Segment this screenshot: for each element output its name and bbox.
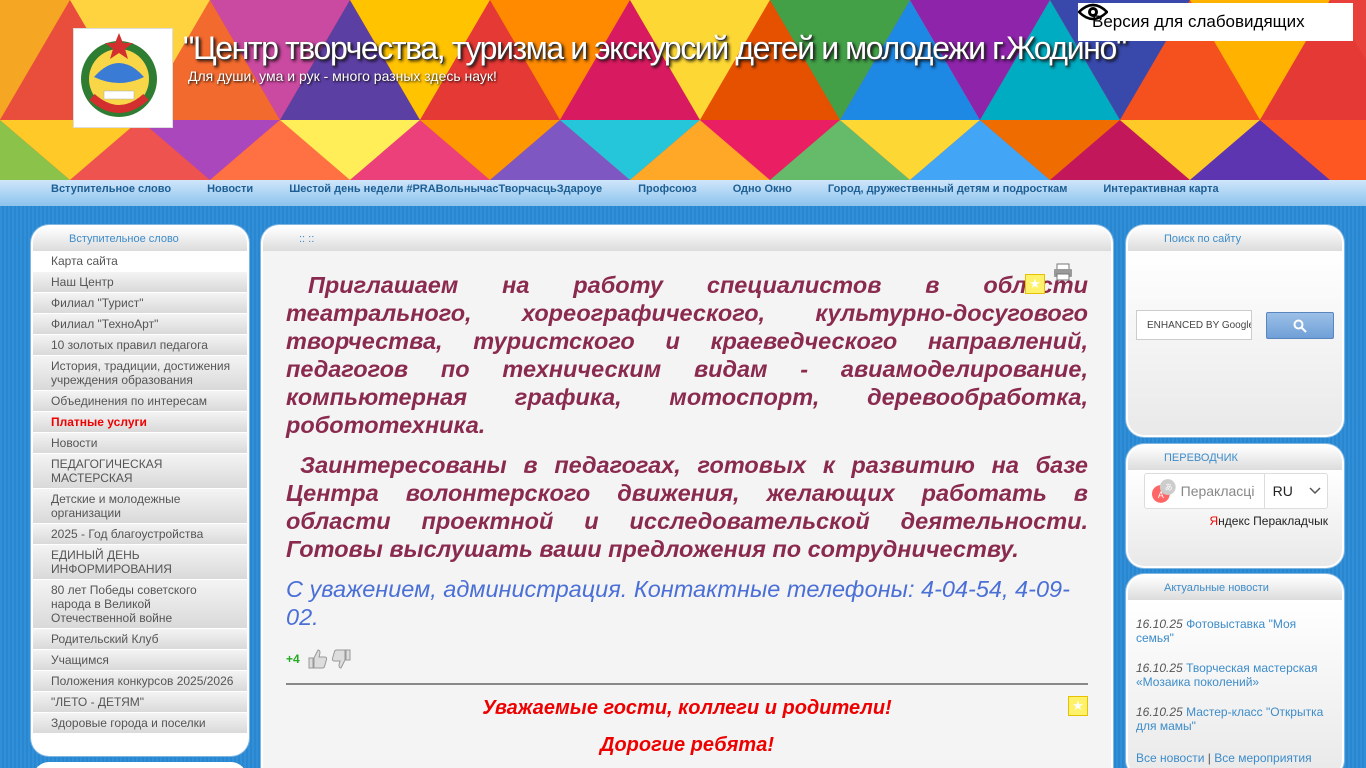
svg-text:A: A xyxy=(1158,490,1164,500)
news-panel-body: 16.10.25 Фотовыставка "Моя семья" 16.10.… xyxy=(1128,600,1342,768)
eye-icon xyxy=(1078,3,1108,21)
yandex-brand-name: ндекс Перакладчык xyxy=(1218,514,1328,528)
svg-text:あ: あ xyxy=(1165,483,1173,492)
news-item: 16.10.25 Фотовыставка "Моя семья" xyxy=(1128,617,1342,645)
sidebar-item-parents-club[interactable]: Родительский Клуб xyxy=(33,629,247,650)
news-date: 16.10.25 xyxy=(1136,661,1183,675)
chevron-down-icon xyxy=(1309,487,1321,495)
sidebar-item-history[interactable]: История, традиции, достижения учреждения… xyxy=(33,356,247,391)
thumbs-up-icon[interactable] xyxy=(306,648,328,670)
accessibility-version-button[interactable]: Версия для слабовидящих xyxy=(1078,3,1353,41)
sidebar-item-year-of-improvement[interactable]: 2025 - Год благоустройства xyxy=(33,524,247,545)
news-panel: Актуальные новости 16.10.25 Фотовыставка… xyxy=(1128,576,1342,768)
translator-widget[interactable]: A あ Перакласці RU xyxy=(1144,473,1328,509)
site-header: "Центр творчества, туризма и экскурсий д… xyxy=(0,0,1366,180)
site-slogan: Для души, ума и рук - много разных здесь… xyxy=(188,68,497,84)
news-footer-links: Все новости | Все мероприятия xyxy=(1128,751,1342,765)
search-panel: Поиск по сайту ENHANCED BY Google xyxy=(1128,227,1342,435)
sidebar-item-paid-services[interactable]: Платные услуги xyxy=(33,412,247,433)
nav-child-friendly-city[interactable]: Город, дружественный детям и подросткам xyxy=(810,180,1086,206)
news-links-separator: | xyxy=(1207,751,1211,765)
search-button[interactable] xyxy=(1266,312,1334,339)
article-body: Приглашаем на работу специалистов в обла… xyxy=(263,251,1111,757)
search-icon xyxy=(1293,319,1307,333)
sidebar-item-news[interactable]: Новости xyxy=(33,433,247,454)
sidebar-title: Вступительное слово xyxy=(33,227,247,251)
all-news-link[interactable]: Все новости xyxy=(1136,751,1204,765)
greeting-kids: Дорогие ребята! xyxy=(600,734,774,756)
coat-of-arms-logo[interactable] xyxy=(73,28,173,128)
favorite-star-icon-2[interactable]: ★ xyxy=(1068,696,1088,716)
sidebar-item-interest-groups[interactable]: Объединения по интересам xyxy=(33,391,247,412)
nav-news[interactable]: Новости xyxy=(189,180,271,206)
print-icon[interactable] xyxy=(1053,263,1073,286)
sidebar-item-youth-organizations[interactable]: Детские и молодежные организации xyxy=(33,489,247,524)
sidebar-item-students[interactable]: Учащимся xyxy=(33,650,247,671)
nav-interactive-map[interactable]: Интерактивная карта xyxy=(1085,180,1236,206)
sidebar-item-information-day[interactable]: ЕДИНЫЙ ДЕНЬ ИНФОРМИРОВАНИЯ xyxy=(33,545,247,580)
left-sidebar: Вступительное слово Карта сайта Наш Цент… xyxy=(33,227,247,754)
accessibility-version-label: Версия для слабовидящих xyxy=(1092,12,1305,31)
sidebar-item-branch-technoart[interactable]: Филиал "ТехноАрт" xyxy=(33,314,247,335)
article-paragraph-vacancies: Приглашаем на работу специалистов в обла… xyxy=(286,272,1088,438)
translate-icon: A あ xyxy=(1151,479,1176,503)
news-item: 16.10.25 Мастер-класс "Открытка для мамы… xyxy=(1128,705,1342,733)
favorite-star-icon[interactable]: ★ xyxy=(1025,274,1045,294)
yandex-logo-letter: Я xyxy=(1209,514,1219,528)
language-value: RU xyxy=(1272,483,1293,499)
printer-icon xyxy=(1054,263,1072,281)
search-panel-title: Поиск по сайту xyxy=(1128,227,1342,251)
translator-title: ПЕРЕВОДЧИК xyxy=(1128,446,1342,470)
main-content-panel: :: :: ★ Приглашаем на работу специалисто… xyxy=(263,227,1111,768)
article-paragraph-contacts: С уважением, администрация. Контактные т… xyxy=(286,576,1070,630)
nav-intro[interactable]: Вступительное слово xyxy=(33,180,189,206)
sidebar-item-branch-tourist[interactable]: Филиал "Турист" xyxy=(33,293,247,314)
nav-trade-union[interactable]: Профсоюз xyxy=(620,180,715,206)
rating-count: +4 xyxy=(286,652,300,666)
news-item: 16.10.25 Творческая мастерская «Мозаика … xyxy=(1128,661,1342,689)
sidebar-item-pedagogical-workshop[interactable]: ПЕДАГОГИЧЕСКАЯ МАСТЕРСКАЯ xyxy=(33,454,247,489)
sidebar-item-summer-for-kids[interactable]: "ЛЕТО - ДЕТЯМ" xyxy=(33,692,247,713)
nav-one-window[interactable]: Одно Окно xyxy=(715,180,810,206)
article-divider xyxy=(286,683,1088,685)
news-date: 16.10.25 xyxy=(1136,705,1183,719)
article-paragraph-volunteers: Заинтересованы в педагогах, готовых к ра… xyxy=(286,452,1088,562)
sidebar-item-contest-rules[interactable]: Положения конкурсов 2025/2026 xyxy=(33,671,247,692)
language-select[interactable]: RU xyxy=(1263,474,1327,508)
translator-input[interactable]: Перакласці xyxy=(1181,483,1264,499)
nav-sixth-day[interactable]: Шестой день недели #PRAВольнычасТворчасц… xyxy=(271,180,620,206)
article-header: :: :: xyxy=(263,227,1111,251)
sidebar-item-victory-80[interactable]: 80 лет Победы советского народа в Велико… xyxy=(33,580,247,629)
site-title[interactable]: "Центр творчества, туризма и экскурсий д… xyxy=(183,30,1127,67)
rating-widget: +4 xyxy=(286,645,1088,673)
sidebar-menu: Карта сайта Наш Центр Филиал "Турист" Фи… xyxy=(33,251,247,734)
coat-of-arms-icon xyxy=(81,33,157,117)
greeting-guests: Уважаемые гости, коллеги и родители! xyxy=(482,697,892,719)
sidebar-item-healthy-cities[interactable]: Здоровые города и поселки xyxy=(33,713,247,734)
news-panel-title: Актуальные новости xyxy=(1128,576,1342,600)
news-date: 16.10.25 xyxy=(1136,617,1183,631)
search-panel-body xyxy=(1128,251,1342,435)
left-sidebar-next-panel xyxy=(33,762,247,768)
sidebar-item-golden-rules[interactable]: 10 золотых правил педагога xyxy=(33,335,247,356)
sidebar-item-our-center[interactable]: Наш Центр xyxy=(33,272,247,293)
translator-panel: ПЕРЕВОДЧИК A あ Перакласці RU Яндекс Пера… xyxy=(1128,446,1342,566)
thumbs-down-icon[interactable] xyxy=(331,648,353,670)
yandex-translator-link[interactable]: Яндекс Перакладчык xyxy=(1209,514,1328,528)
top-navigation: Вступительное слово Новости Шестой день … xyxy=(0,180,1366,206)
sidebar-item-sitemap[interactable]: Карта сайта xyxy=(33,251,247,272)
search-placeholder: ENHANCED BY Google xyxy=(1147,320,1252,331)
search-input[interactable]: ENHANCED BY Google xyxy=(1136,310,1252,340)
all-events-link[interactable]: Все мероприятия xyxy=(1214,751,1311,765)
